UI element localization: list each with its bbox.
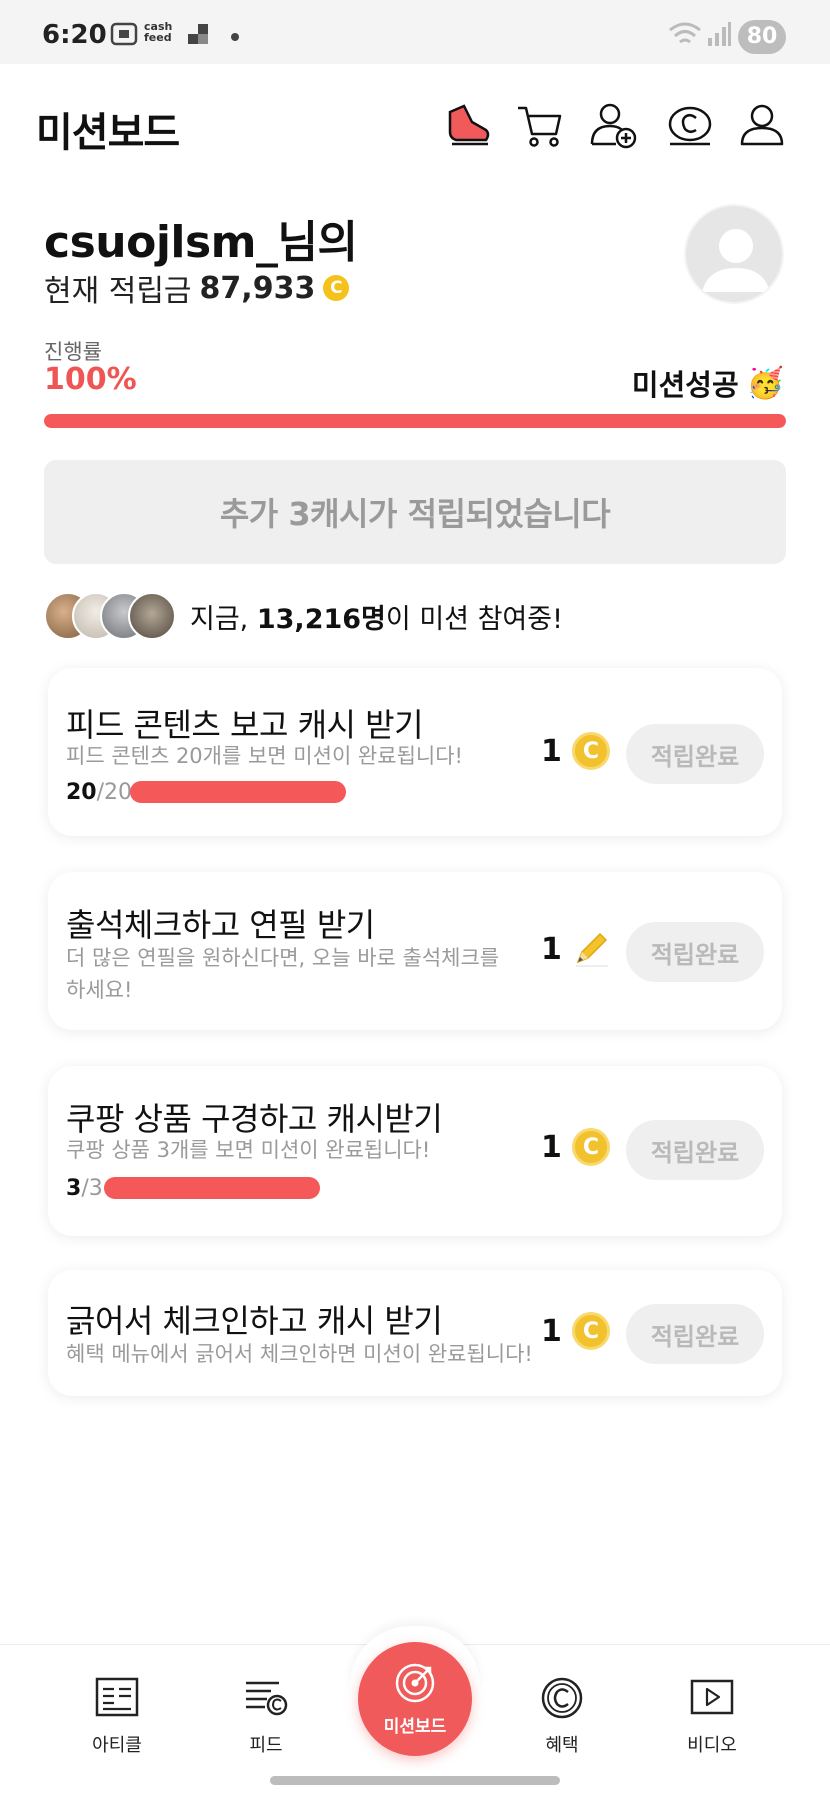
reward-amount: 1 xyxy=(541,932,562,967)
participants-row: 지금, 13,216명이 미션 참여중! xyxy=(44,590,563,642)
progress-value: 100% xyxy=(44,362,137,397)
shoe-icon[interactable] xyxy=(442,100,494,152)
username: csuojlsm_님의 xyxy=(44,217,358,268)
dot-icon xyxy=(231,33,239,41)
pencil-icon xyxy=(576,932,608,967)
progress-bar-fill xyxy=(44,414,786,428)
progress-bar xyxy=(44,414,786,428)
status-bar: 6:20 cash feed 80 xyxy=(0,0,830,64)
nav-item-video[interactable]: 비디오 xyxy=(652,1675,772,1757)
nav-label: 아티클 xyxy=(92,1735,142,1756)
cart-icon[interactable] xyxy=(514,100,566,152)
profile-icon[interactable] xyxy=(736,100,788,152)
mission-title: 긁어서 체크인하고 캐시 받기 xyxy=(66,1302,443,1340)
mission-description: 쿠팡 상품 3개를 보면 미션이 완료됩니다! xyxy=(66,1138,431,1162)
claimed-button[interactable]: 적립완료 xyxy=(626,922,764,982)
nav-item-benefit[interactable]: 혜택 xyxy=(502,1675,622,1757)
feed-icon xyxy=(246,1681,288,1716)
mission-description: 더 많은 연필을 원하신다면, 오늘 바로 출석체크를 하세요! xyxy=(66,946,500,1002)
app-notification-icon xyxy=(188,24,208,44)
benefit-icon xyxy=(541,1677,583,1719)
coin-icon: C xyxy=(572,1128,610,1166)
screenshot-icon xyxy=(110,22,138,46)
participant-avatar xyxy=(128,592,176,640)
claimed-button[interactable]: 적립완료 xyxy=(626,1304,764,1364)
reward-amount: 1 xyxy=(541,1130,562,1165)
balance-row: 현재 적립금 87,933 C xyxy=(44,266,350,310)
mission-count: 20/20 xyxy=(66,780,133,805)
participants-count: 13,216명 xyxy=(256,603,386,635)
status-time: 6:20 xyxy=(42,20,107,50)
mission-card[interactable]: 긁어서 체크인하고 캐시 받기 혜택 메뉴에서 긁어서 체크인하면 미션이 완료… xyxy=(48,1270,782,1396)
page-title: 미션보드 xyxy=(36,110,180,156)
mission-count: 3/3 xyxy=(66,1176,103,1201)
nav-label: 혜택 xyxy=(545,1735,579,1756)
battery-indicator: 80 xyxy=(738,20,786,54)
nav-label: 미션보드 xyxy=(383,1717,447,1737)
mission-progress-bar xyxy=(130,781,346,803)
party-emoji-icon: 🥳 xyxy=(746,365,784,401)
participants-text: 지금, 13,216명이 미션 참여중! xyxy=(190,603,563,635)
avatar[interactable] xyxy=(684,204,784,304)
cash-icon[interactable] xyxy=(664,100,716,152)
progress-status: 미션성공 🥳 xyxy=(632,362,784,404)
claimed-button[interactable]: 적립완료 xyxy=(626,724,764,784)
mission-card[interactable]: 피드 콘텐츠 보고 캐시 받기 피드 콘텐츠 20개를 보면 미션이 완료됩니다… xyxy=(48,668,782,836)
reward-amount: 1 xyxy=(541,734,562,769)
cash-feed-logo: cash feed xyxy=(144,20,173,44)
add-friend-icon[interactable] xyxy=(588,100,640,152)
default-avatar-icon xyxy=(702,229,770,292)
video-icon xyxy=(690,1679,734,1715)
nav-item-article[interactable]: 아티클 xyxy=(57,1675,177,1757)
progress-status-text: 미션성공 xyxy=(631,368,739,402)
reward-notice: 추가 3캐시가 적립되었습니다 xyxy=(44,460,786,564)
article-icon xyxy=(95,1677,139,1717)
nav-label: 비디오 xyxy=(687,1735,737,1756)
signal-icon xyxy=(708,22,731,46)
nav-item-missionboard[interactable]: 미션보드 xyxy=(358,1642,472,1756)
nav-item-feed[interactable]: 피드 xyxy=(206,1675,326,1757)
balance-amount: 87,933 xyxy=(199,270,316,306)
coin-icon: C xyxy=(323,275,350,301)
mission-title: 출석체크하고 연필 받기 xyxy=(66,906,375,944)
coin-icon: C xyxy=(572,732,610,770)
reward-amount: 1 xyxy=(541,1314,562,1349)
wifi-icon xyxy=(669,22,701,44)
claimed-button[interactable]: 적립완료 xyxy=(626,1120,764,1180)
balance-label: 현재 적립금 xyxy=(44,274,192,309)
target-icon xyxy=(395,1663,435,1703)
mission-card[interactable]: 쿠팡 상품 구경하고 캐시받기 쿠팡 상품 3개를 보면 미션이 완료됩니다! … xyxy=(48,1066,782,1236)
nav-label: 피드 xyxy=(249,1735,283,1756)
mission-description: 피드 콘텐츠 20개를 보면 미션이 완료됩니다! xyxy=(66,744,463,768)
coin-icon: C xyxy=(572,1312,610,1350)
mission-card[interactable]: 출석체크하고 연필 받기 더 많은 연필을 원하신다면, 오늘 바로 출석체크를… xyxy=(48,872,782,1030)
mission-progress-bar xyxy=(104,1177,320,1199)
home-indicator xyxy=(270,1776,560,1785)
mission-description: 혜택 메뉴에서 긁어서 체크인하면 미션이 완료됩니다! xyxy=(66,1342,533,1366)
